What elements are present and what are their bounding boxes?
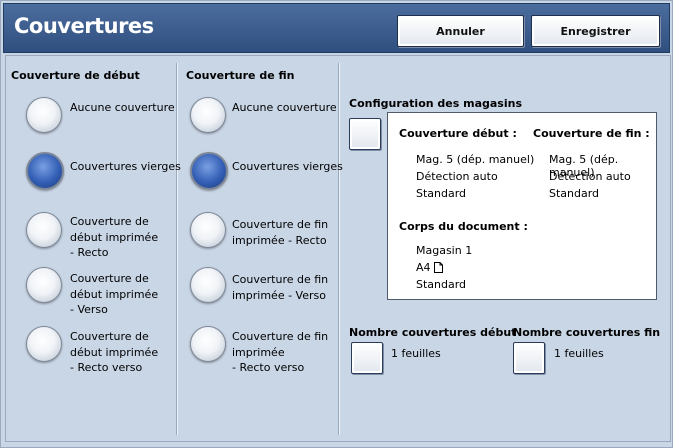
radio-front-none-label: Aucune couverture	[70, 101, 175, 114]
tray-config-button[interactable]	[349, 118, 381, 150]
column-divider	[338, 63, 340, 435]
radio-front-printed-recto[interactable]	[26, 212, 62, 248]
back-cover-paper-type: Standard	[549, 187, 600, 200]
portrait-page-icon	[433, 262, 443, 273]
radio-front-printed-recto-label: Couverture de début imprimée - Recto	[70, 215, 159, 259]
front-count-heading: Nombre couvertures début	[349, 326, 517, 339]
front-cover-detection: Détection auto	[416, 170, 498, 183]
covers-screen: Couvertures Annuler Enregistrer Couvertu…	[0, 0, 673, 448]
radio-back-printed-duplex-label: Couverture de fin imprimée - Recto verso	[232, 330, 329, 374]
radio-front-printed-verso-label: Couverture de début imprimée - Verso	[70, 272, 159, 316]
body-paper-type: Standard	[416, 278, 467, 291]
back-cover-detection: Détection auto	[549, 170, 631, 183]
radio-front-printed-verso[interactable]	[26, 267, 62, 303]
front-cover-tray-heading: Couverture début :	[399, 127, 517, 140]
radio-back-printed-duplex[interactable]	[190, 326, 226, 362]
radio-back-printed-verso-label: Couverture de fin imprimée - Verso	[232, 273, 329, 302]
radio-back-printed-verso[interactable]	[190, 267, 226, 303]
front-count-button[interactable]	[351, 342, 383, 374]
radio-front-none[interactable]	[26, 97, 62, 133]
front-cover-paper-type: Standard	[416, 187, 467, 200]
radio-back-none[interactable]	[190, 97, 226, 133]
save-button[interactable]: Enregistrer	[531, 15, 660, 47]
back-count-button[interactable]	[513, 342, 545, 374]
title-bar: Couvertures Annuler Enregistrer	[3, 3, 670, 53]
back-cover-tray-heading: Couverture de fin :	[533, 127, 650, 140]
radio-front-blank[interactable]	[26, 152, 64, 190]
radio-back-blank[interactable]	[190, 152, 228, 190]
back-count-value: 1 feuilles	[554, 347, 604, 360]
body-tray: Magasin 1	[416, 244, 473, 257]
front-cover-tray: Mag. 5 (dép. manuel)	[416, 153, 535, 166]
radio-back-none-label: Aucune couverture	[232, 101, 337, 114]
radio-front-blank-label: Couvertures vierges	[70, 160, 181, 173]
radio-front-printed-duplex-label: Couverture de début imprimée - Recto ver…	[70, 330, 159, 374]
radio-back-printed-recto-label: Couverture de fin imprimée - Recto	[232, 218, 329, 247]
tray-info-box: Couverture début : Mag. 5 (dép. manuel) …	[387, 112, 657, 300]
radio-front-printed-duplex[interactable]	[26, 326, 62, 362]
back-cover-heading: Couverture de fin	[186, 69, 295, 82]
front-count-value: 1 feuilles	[391, 347, 441, 360]
back-count-heading: Nombre couvertures fin	[513, 326, 661, 339]
radio-back-blank-label: Couvertures vierges	[232, 160, 343, 173]
cancel-button[interactable]: Annuler	[397, 15, 524, 47]
body-paper-size: A4	[416, 261, 443, 274]
body-tray-heading: Corps du document :	[399, 220, 528, 233]
front-cover-heading: Couverture de début	[11, 69, 140, 82]
tray-config-heading: Configuration des magasins	[349, 97, 523, 110]
page-title: Couvertures	[14, 14, 154, 38]
radio-back-printed-recto[interactable]	[190, 212, 226, 248]
column-divider	[176, 63, 178, 435]
